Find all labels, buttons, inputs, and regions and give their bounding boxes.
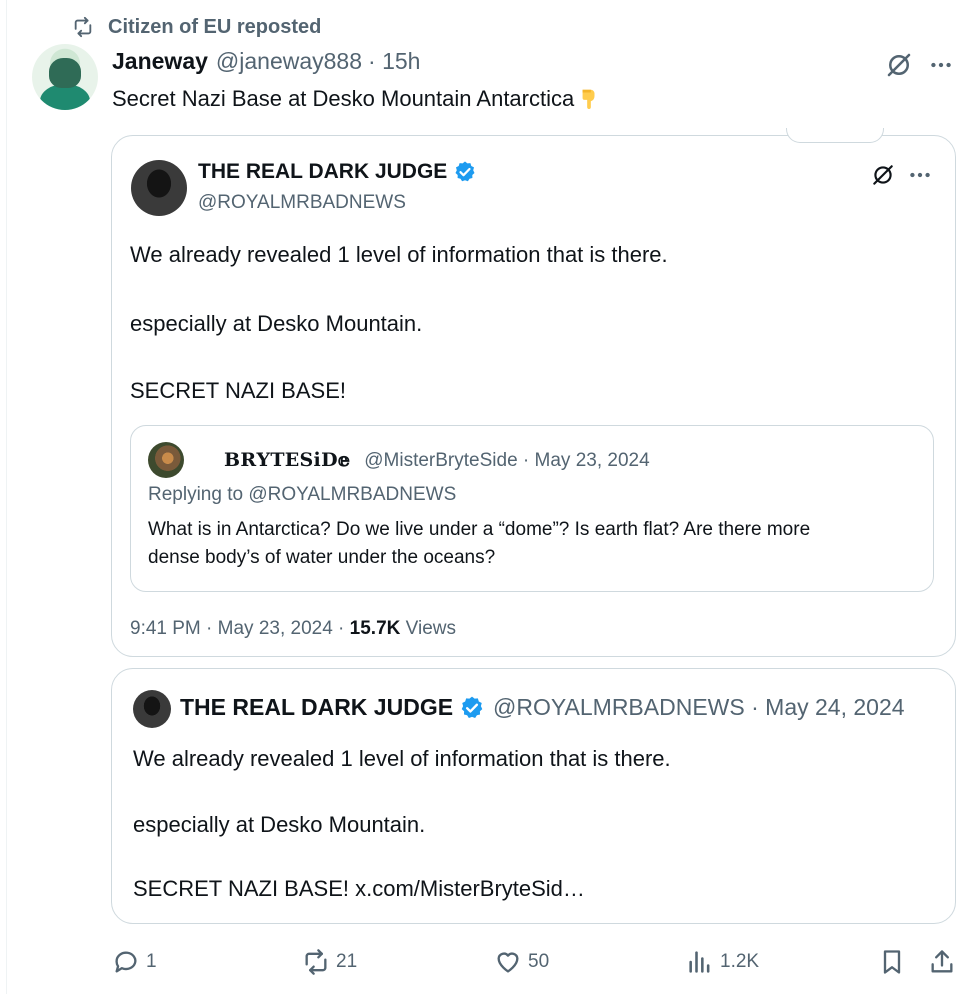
card-text-line: We already revealed 1 level of informati… [133,746,671,771]
reply-count: 1 [146,951,157,972]
tweet-text: Secret Nazi Base at Desko Mountain Antar… [112,86,600,112]
views-button[interactable]: 1.2K [686,948,759,976]
analytics-icon [689,951,710,973]
verified-badge-icon [461,696,483,718]
author-name[interactable]: Janeway [112,48,208,75]
pointing-down-emoji [582,89,595,109]
repost-icon [305,949,327,975]
card-text-line[interactable]: SECRET NAZI BASE! x.com/MisterBryteSid… [133,876,585,902]
quote-views-count: 15.7K [349,618,401,639]
repost-indicator: Citizen of EU reposted [72,14,321,40]
bookmark-icon [883,950,901,974]
quote-views-label: Views [400,618,456,639]
repost-icon [74,16,92,38]
nested-author-name[interactable]: 𝐁𝐑𝐘𝐓𝐄𝐒𝐢𝐃𝕖 [224,449,350,471]
left-border [6,0,7,994]
replying-to: Replying to @ROYALMRBADNEWS [148,484,457,505]
share-button[interactable] [928,948,956,976]
nested-handle-date[interactable]: @MisterBryteSide · May 23, 2024 [364,450,649,472]
grok-icon[interactable] [884,50,914,80]
views-count: 1.2K [720,951,760,972]
verified-badge-icon [455,161,475,182]
card-header: THE REAL DARK JUDGE @ROYALMRBADNEWS · Ma… [180,694,905,721]
quote-author-name-row: THE REAL DARK JUDGE [198,160,477,184]
quote-text-line: especially at Desko Mountain. [130,311,423,336]
repost-text: Citizen of EU reposted [108,15,322,38]
card-text-line: especially at Desko Mountain. [133,812,426,837]
quote-author-avatar[interactable] [131,160,187,216]
reply-button[interactable]: 1 [112,948,157,976]
more-icon[interactable] [926,52,956,78]
heart-icon [497,952,519,973]
share-icon [931,950,953,973]
author-avatar[interactable] [32,44,98,110]
like-count: 50 [528,951,550,972]
author-handle[interactable]: @janeway888 [216,48,362,75]
quote-author-handle[interactable]: @ROYALMRBADNEWS [198,192,406,214]
quote-meta: 9:41 PM · May 23, 2024 · 15.7K Views [130,618,456,640]
tweet-time[interactable]: · 15h [368,48,420,75]
quote-tab [786,128,884,143]
repost-button[interactable]: 21 [302,948,357,976]
reply-icon [115,951,137,973]
nested-author-avatar[interactable] [148,442,184,478]
card-author-name[interactable]: THE REAL DARK JUDGE [180,694,453,721]
quote-grok-icon[interactable] [870,162,896,188]
tweet-body: Secret Nazi Base at Desko Mountain Antar… [112,86,575,111]
quote-more-icon[interactable] [906,162,934,188]
card-author-avatar[interactable] [133,690,171,728]
quote-author-name[interactable]: THE REAL DARK JUDGE [198,160,447,184]
nested-text-line: What is in Antarctica? Do we live under … [148,519,811,540]
like-button[interactable]: 50 [494,948,549,976]
quote-timestamp[interactable]: 9:41 PM · May 23, 2024 · [130,618,350,639]
card-handle-date[interactable]: @ROYALMRBADNEWS · May 24, 2024 [493,694,904,721]
tweet-header: Janeway @janeway888 · 15h [112,48,420,75]
nested-text-line: dense body’s of water under the oceans? [148,547,496,568]
repost-count: 21 [336,951,358,972]
bookmark-button[interactable] [878,948,906,976]
nested-header: 𝐁𝐑𝐘𝐓𝐄𝐒𝐢𝐃𝕖 @MisterBryteSide · May 23, 202… [224,449,650,472]
quote-text-line: SECRET NAZI BASE! [130,378,346,403]
quote-text-line: We already revealed 1 level of informati… [130,242,668,267]
